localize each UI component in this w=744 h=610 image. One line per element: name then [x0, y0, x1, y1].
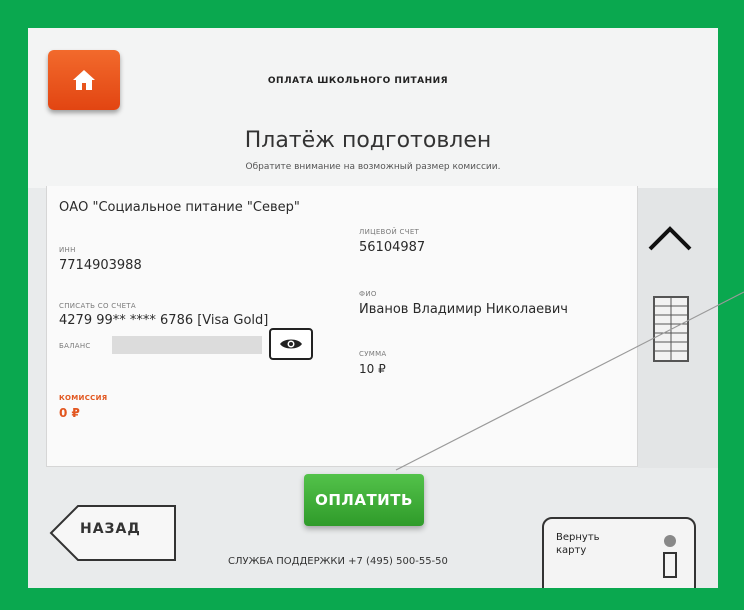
balance-hidden-field — [112, 336, 262, 354]
service-title: ОПЛАТА ШКОЛЬНОГО ПИТАНИЯ — [267, 76, 449, 86]
payment-details-panel: ОАО "Социальное питание "Север" ИНН 7714… — [46, 186, 638, 467]
card-icon — [663, 535, 677, 578]
scroll-up-button[interactable] — [640, 213, 700, 263]
sum-value: 10 ₽ — [359, 362, 386, 376]
show-balance-button[interactable] — [269, 328, 313, 360]
balance-label: БАЛАНС — [59, 342, 91, 350]
home-button[interactable] — [48, 50, 120, 110]
commission-label: КОМИССИЯ — [59, 394, 108, 402]
header: ОПЛАТА ШКОЛЬНОГО ПИТАНИЯ Платёж подготов… — [28, 28, 718, 188]
home-icon — [73, 70, 95, 90]
chevron-up-icon — [648, 226, 692, 251]
page-title: Платёж подготовлен — [244, 128, 492, 153]
name-label: ФИО — [359, 290, 377, 298]
list-icon[interactable] — [653, 296, 689, 362]
commission-notice: Обратите внимание на возможный размер ко… — [245, 162, 501, 172]
commission-value: 0 ₽ — [59, 406, 80, 420]
account-value: 56104987 — [359, 240, 426, 255]
debit-value: 4279 99** **** 6786 [Visa Gold] — [59, 313, 269, 328]
inn-label: ИНН — [59, 246, 76, 254]
return-card-button[interactable]: Вернуть карту — [542, 517, 696, 588]
pay-button[interactable]: ОПЛАТИТЬ — [304, 474, 424, 526]
inn-value: 7714903988 — [59, 258, 142, 273]
debit-label: СПИСАТЬ СО СЧЕТА — [59, 302, 136, 310]
name-value: Иванов Владимир Николаевич — [359, 302, 568, 317]
back-label: НАЗАД — [80, 521, 141, 537]
return-card-label: Вернуть карту — [556, 532, 600, 556]
atm-screen: ОПЛАТА ШКОЛЬНОГО ПИТАНИЯ Платёж подготов… — [28, 28, 718, 588]
account-label: ЛИЦЕВОЙ СЧЕТ — [359, 228, 420, 236]
organization-name: ОАО "Социальное питание "Север" — [59, 200, 300, 215]
support-phone: СЛУЖБА ПОДДЕРЖКИ +7 (495) 500-55-50 — [228, 556, 448, 567]
eye-icon — [280, 339, 302, 349]
sum-label: СУММА — [359, 350, 387, 358]
